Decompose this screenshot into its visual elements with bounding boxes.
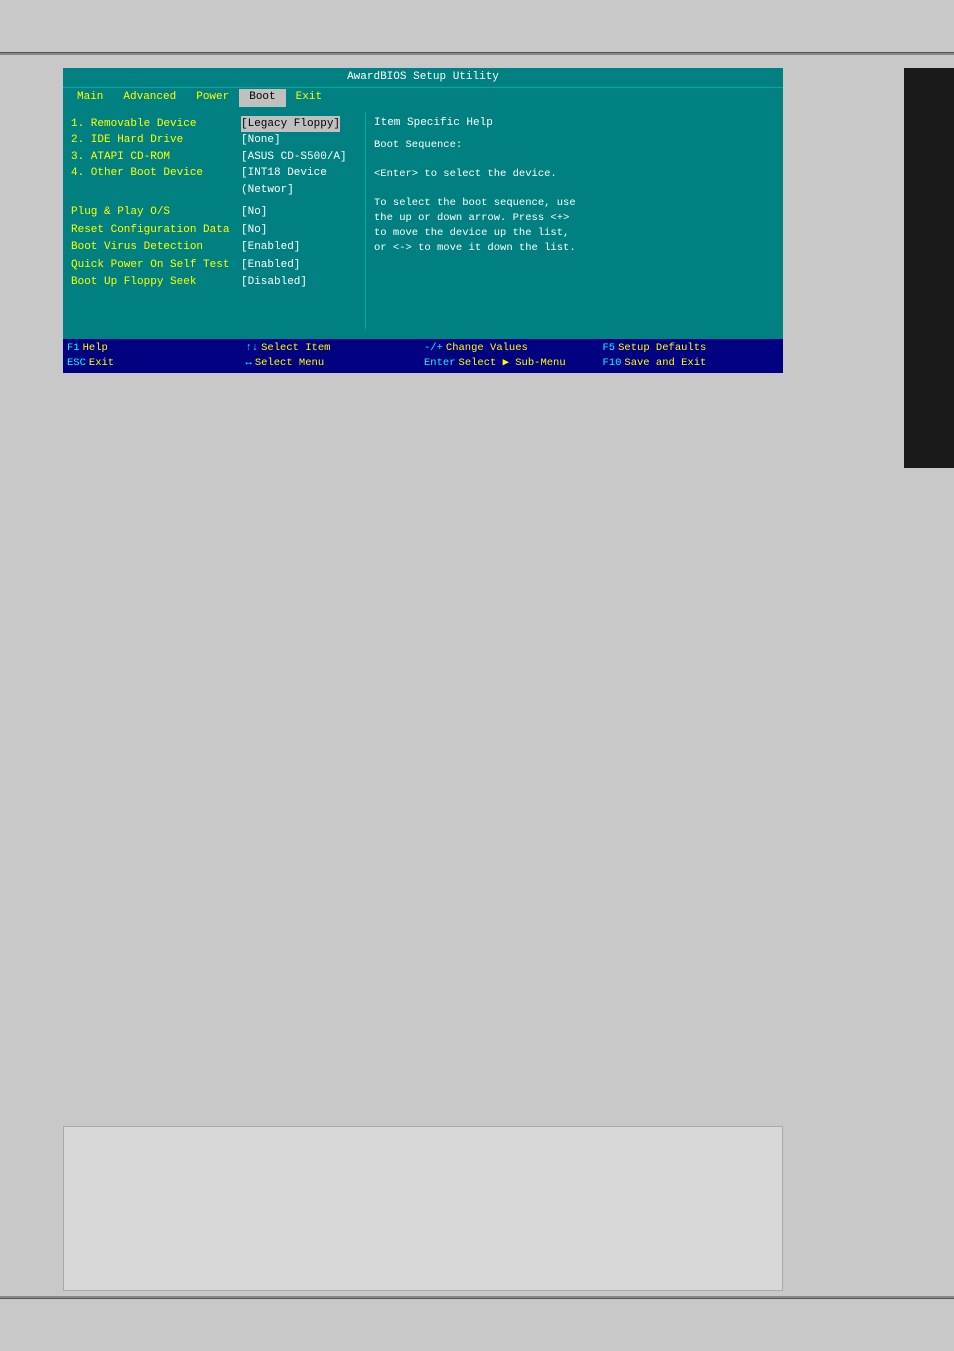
bottom-divider	[0, 1296, 954, 1299]
boot-item-1-label: 1. Removable Device	[71, 116, 241, 133]
key--/+: -/+	[424, 341, 443, 356]
setting-plug-play-label: Plug & Play O/S	[71, 204, 241, 221]
status-item-f1: F1Help	[67, 341, 244, 356]
key-enter: Enter	[424, 356, 456, 371]
boot-item-1: 1. Removable Device [Legacy Floppy]	[71, 116, 359, 133]
status-row-2: ESCExit↔Select MenuEnterSelect ▶ Sub-Men…	[67, 356, 779, 371]
key-f5: F5	[603, 341, 616, 356]
status-item-↑↓: ↑↓Select Item	[246, 341, 423, 356]
key-esc: ESC	[67, 356, 86, 371]
bios-help-panel: Item Specific Help Boot Sequence: <Enter…	[365, 112, 585, 329]
boot-item-4-value[interactable]: [INT18 Device (Networ]	[241, 165, 359, 198]
boot-item-3: 3. ATAPI CD-ROM [ASUS CD-S500/A]	[71, 149, 359, 166]
page-background: AwardBIOS Setup Utility Main Advanced Po…	[0, 0, 954, 1351]
boot-item-2-label: 2. IDE Hard Drive	[71, 132, 241, 149]
boot-item-4-label: 4. Other Boot Device	[71, 165, 241, 198]
label-help: Help	[83, 341, 108, 356]
status-row-1: F1Help↑↓Select Item-/+Change ValuesF5Set…	[67, 341, 779, 356]
menu-item-advanced[interactable]: Advanced	[113, 89, 186, 106]
bios-status-bar: F1Help↑↓Select Item-/+Change ValuesF5Set…	[63, 339, 783, 373]
setting-quick-power-value[interactable]: [Enabled]	[241, 257, 300, 274]
boot-item-2-value[interactable]: [None]	[241, 132, 281, 149]
menu-item-main[interactable]: Main	[67, 89, 113, 106]
key-↔: ↔	[246, 356, 252, 371]
status-item-enter: EnterSelect ▶ Sub-Menu	[424, 356, 601, 371]
bottom-content-box	[63, 1126, 783, 1291]
boot-item-1-value[interactable]: [Legacy Floppy]	[241, 116, 340, 133]
setting-floppy-seek-label: Boot Up Floppy Seek	[71, 274, 241, 291]
boot-item-3-value[interactable]: [ASUS CD-S500/A]	[241, 149, 347, 166]
status-item-esc: ESCExit	[67, 356, 244, 371]
bios-screen: AwardBIOS Setup Utility Main Advanced Po…	[63, 68, 783, 373]
boot-item-2: 2. IDE Hard Drive [None]	[71, 132, 359, 149]
label-select-▶-sub-menu: Select ▶ Sub-Menu	[459, 356, 566, 371]
setting-plug-play: Plug & Play O/S [No]	[71, 204, 359, 221]
bios-menu-bar: Main Advanced Power Boot Exit	[63, 87, 783, 107]
right-sidebar	[904, 68, 954, 468]
label-save-and-exit: Save and Exit	[624, 356, 706, 371]
key-↑↓: ↑↓	[246, 341, 259, 356]
key-f10: F10	[603, 356, 622, 371]
setting-boot-virus-value[interactable]: [Enabled]	[241, 239, 300, 256]
key-f1: F1	[67, 341, 80, 356]
label-change-values: Change Values	[446, 341, 528, 356]
help-enter-text: <Enter> to select the device.	[374, 167, 577, 182]
setting-boot-virus: Boot Virus Detection [Enabled]	[71, 239, 359, 256]
setting-quick-power: Quick Power On Self Test [Enabled]	[71, 257, 359, 274]
setting-floppy-seek: Boot Up Floppy Seek [Disabled]	[71, 274, 359, 291]
setting-quick-power-label: Quick Power On Self Test	[71, 257, 241, 274]
boot-item-4: 4. Other Boot Device [INT18 Device (Netw…	[71, 165, 359, 198]
bios-title: AwardBIOS Setup Utility	[63, 68, 783, 87]
top-divider	[0, 52, 954, 55]
status-item-↔: ↔Select Menu	[246, 356, 423, 371]
boot-sequence-list: 1. Removable Device [Legacy Floppy] 2. I…	[71, 116, 359, 199]
label-exit: Exit	[89, 356, 114, 371]
status-item-f10: F10Save and Exit	[603, 356, 780, 371]
setting-reset-config: Reset Configuration Data [No]	[71, 222, 359, 239]
status-item-f5: F5Setup Defaults	[603, 341, 780, 356]
menu-item-exit[interactable]: Exit	[286, 89, 332, 106]
help-title: Item Specific Help	[374, 116, 577, 132]
setting-floppy-seek-value[interactable]: [Disabled]	[241, 274, 307, 291]
boot-sequence-heading: Boot Sequence:	[374, 138, 577, 153]
settings-section: Plug & Play O/S [No] Reset Configuration…	[71, 204, 359, 291]
setting-reset-config-label: Reset Configuration Data	[71, 222, 241, 239]
label-select-item: Select Item	[261, 341, 330, 356]
boot-item-3-label: 3. ATAPI CD-ROM	[71, 149, 241, 166]
setting-plug-play-value[interactable]: [No]	[241, 204, 267, 221]
label-select-menu: Select Menu	[255, 356, 324, 371]
menu-item-power[interactable]: Power	[186, 89, 239, 106]
help-sequence-text: To select the boot sequence, use the up …	[374, 196, 577, 255]
setting-reset-config-value[interactable]: [No]	[241, 222, 267, 239]
bios-left-panel: 1. Removable Device [Legacy Floppy] 2. I…	[65, 112, 365, 329]
label-setup-defaults: Setup Defaults	[618, 341, 706, 356]
status-item--/+: -/+Change Values	[424, 341, 601, 356]
setting-boot-virus-label: Boot Virus Detection	[71, 239, 241, 256]
bios-main-content: 1. Removable Device [Legacy Floppy] 2. I…	[63, 108, 783, 333]
help-text: Boot Sequence: <Enter> to select the dev…	[374, 138, 577, 256]
menu-item-boot[interactable]: Boot	[239, 89, 285, 106]
bios-title-text: AwardBIOS Setup Utility	[347, 71, 499, 83]
